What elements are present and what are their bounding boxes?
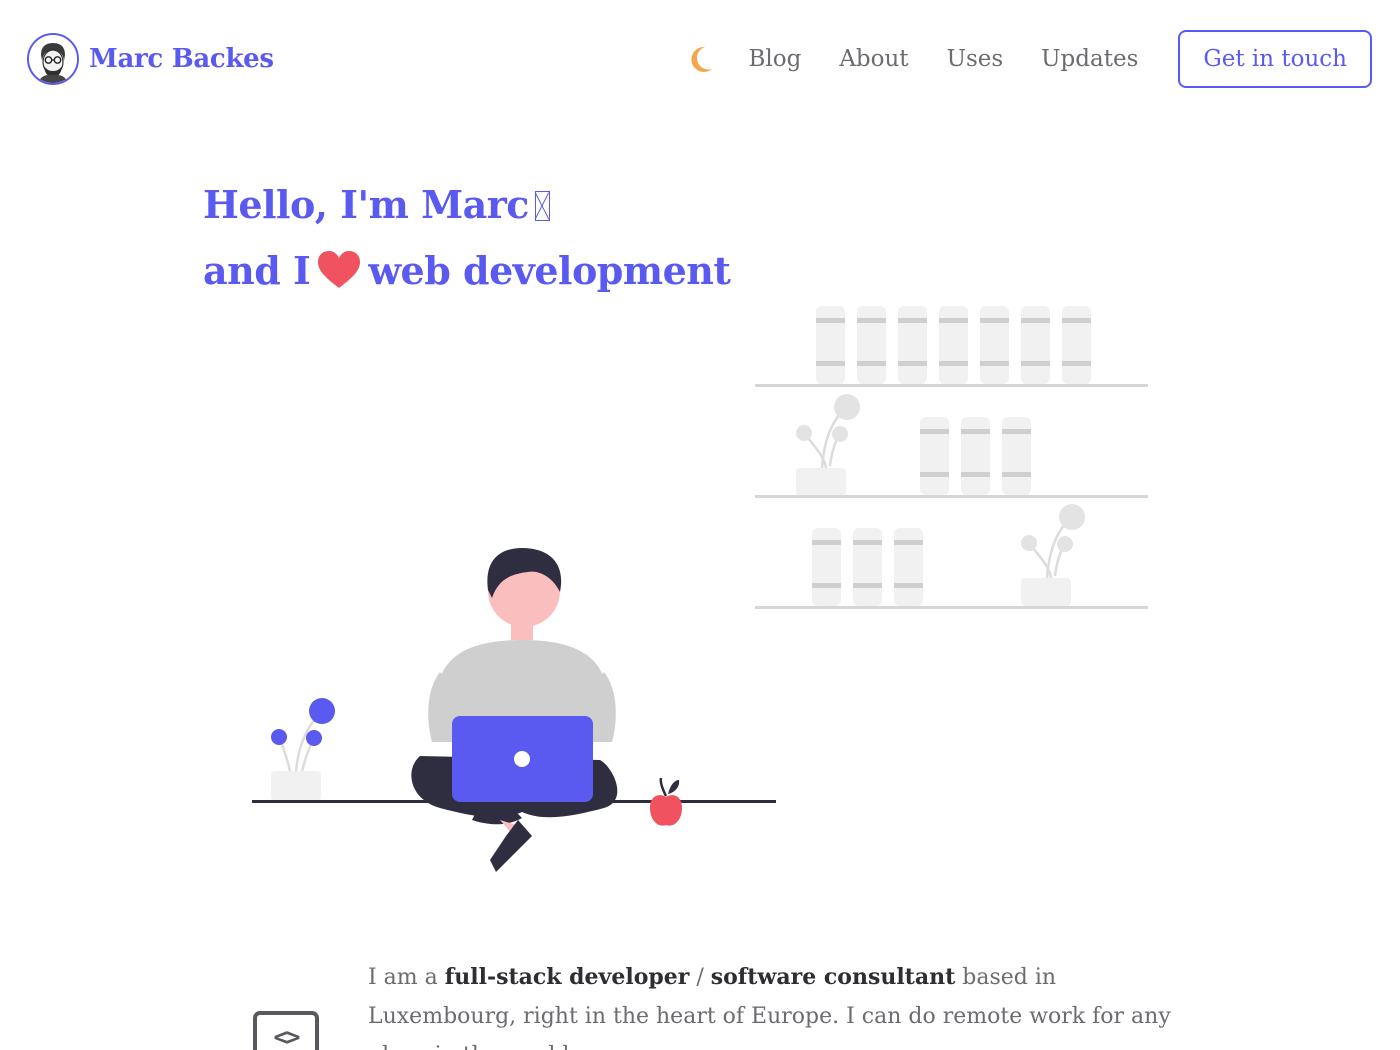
about-paragraph: I am a full-stack developer / software c… bbox=[368, 958, 1188, 1050]
about-text-2: / bbox=[689, 965, 711, 990]
shelf-line bbox=[755, 606, 1148, 609]
shelf-3-plant bbox=[1021, 504, 1085, 606]
shelf-2-books bbox=[920, 417, 1031, 495]
shelf-line bbox=[755, 384, 1148, 387]
developer-person bbox=[411, 548, 618, 872]
shelf-2-plant bbox=[796, 394, 860, 496]
about-role-1: full-stack developer bbox=[444, 964, 690, 990]
shelf-3-books bbox=[812, 528, 923, 606]
floor-plant bbox=[271, 698, 335, 801]
shelf-1-books bbox=[816, 306, 1091, 384]
apple-icon bbox=[650, 777, 682, 826]
bookshelf bbox=[755, 306, 1148, 609]
about-text-1: I am a bbox=[368, 965, 445, 990]
developer-illustration bbox=[252, 306, 1148, 872]
code-brackets-icon: <> bbox=[253, 1011, 319, 1050]
shelf-line bbox=[755, 495, 1148, 498]
page: Marc Backes Blog About Uses Updates Get … bbox=[0, 0, 1400, 1050]
about-role-2: software consultant bbox=[710, 964, 956, 990]
code-brackets-glyph: <> bbox=[273, 1023, 301, 1050]
